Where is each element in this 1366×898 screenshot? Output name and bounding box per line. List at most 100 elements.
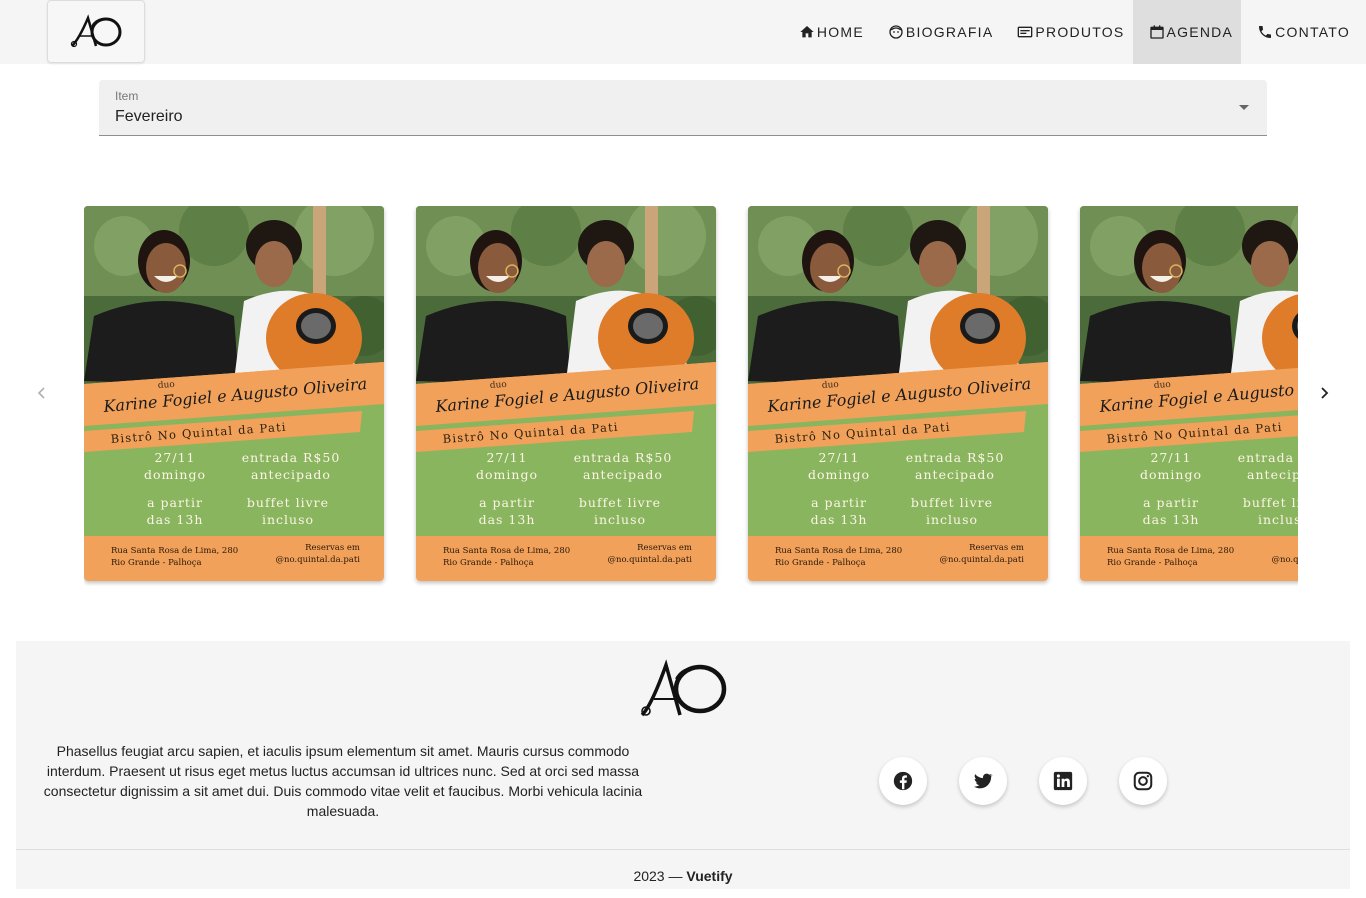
poster-reserve-handle: @no.quintal.da.pati xyxy=(1271,555,1298,565)
poster-time: das 13h xyxy=(811,512,868,527)
nav-biografia[interactable]: BIOGRAFIA xyxy=(872,0,1001,64)
copyright-brand: Vuetify xyxy=(686,868,733,884)
poster-time-label: a partir xyxy=(1143,495,1199,510)
poster-reserve-handle: @no.quintal.da.pati xyxy=(939,555,1024,565)
linkedin-icon xyxy=(1053,771,1073,791)
poster-duo: duo xyxy=(490,380,508,391)
app-bar: HOME BIOGRAFIA PRODUTOS AGENDA CONTATO xyxy=(0,0,1366,64)
event-poster: duo Karine Fogiel e Augusto Oliveira Bis… xyxy=(748,206,1048,581)
poster-address-line2: Rio Grande - Palhoça xyxy=(443,558,534,568)
poster-buffet-note: incluso xyxy=(1258,512,1298,527)
poster-buffet-note: incluso xyxy=(594,512,646,527)
copyright: 2023 — Vuetify xyxy=(16,868,1350,884)
twitter-icon xyxy=(974,773,994,789)
facebook-icon xyxy=(893,771,913,791)
poster-time: das 13h xyxy=(479,512,536,527)
poster-reserve-label: Reservas em xyxy=(637,543,692,553)
footer: Phasellus feugiat arcu sapien, et iaculi… xyxy=(16,641,1350,889)
twitter-button[interactable] xyxy=(959,757,1007,805)
poster-price: entrada R$50 xyxy=(906,450,1005,465)
month-select[interactable]: Item Fevereiro xyxy=(99,80,1267,136)
poster-address-line2: Rio Grande - Palhoça xyxy=(1107,558,1198,568)
poster-duo: duo xyxy=(1154,380,1172,391)
carousel-next-button[interactable] xyxy=(1314,383,1334,403)
face-icon xyxy=(888,24,904,40)
poster-buffet: buffet livre xyxy=(247,495,329,510)
footer-description: Phasellus feugiat arcu sapien, et iaculi… xyxy=(43,743,643,819)
logo-button[interactable] xyxy=(47,0,145,63)
event-poster-card-2[interactable]: duo Karine Fogiel e Augusto Oliveira Bis… xyxy=(416,206,716,581)
chevron-left-icon xyxy=(37,387,45,399)
poster-time-label: a partir xyxy=(811,495,867,510)
carousel-prev-button[interactable] xyxy=(32,383,52,403)
poster-buffet: buffet livre xyxy=(1243,495,1298,510)
phone-icon xyxy=(1257,24,1273,40)
poster-day: domingo xyxy=(808,467,870,482)
month-select-value: Fevereiro xyxy=(115,108,183,125)
poster-reserve-handle: @no.quintal.da.pati xyxy=(275,555,360,565)
event-poster-card-3[interactable]: duo Karine Fogiel e Augusto Oliveira Bis… xyxy=(748,206,1048,581)
copyright-separator: — xyxy=(668,868,683,884)
poster-time-label: a partir xyxy=(147,495,203,510)
chevron-down-icon[interactable] xyxy=(1239,105,1249,110)
poster-duo: duo xyxy=(822,380,840,391)
poster-address-line1: Rua Santa Rosa de Lima, 280 xyxy=(775,546,902,556)
nav-home[interactable]: HOME xyxy=(783,0,872,64)
poster-price: entrada R$50 xyxy=(574,450,673,465)
poster-buffet-note: incluso xyxy=(926,512,978,527)
event-poster: duo Karine Fogiel e Augusto Oliveira Bis… xyxy=(416,206,716,581)
nav-home-label: HOME xyxy=(816,24,864,40)
poster-day: domingo xyxy=(144,467,206,482)
ao-monogram-logo xyxy=(640,659,727,717)
poster-price-note: antecipado xyxy=(251,467,331,482)
poster-buffet: buffet livre xyxy=(911,495,993,510)
main-nav: HOME BIOGRAFIA PRODUTOS AGENDA CONTATO xyxy=(783,0,1366,64)
event-carousel: duo Karine Fogiel e Augusto Oliveira Bis… xyxy=(84,206,1298,586)
poster-reserve-handle: @no.quintal.da.pati xyxy=(607,555,692,565)
poster-buffet: buffet livre xyxy=(579,495,661,510)
poster-day: domingo xyxy=(1140,467,1202,482)
linkedin-button[interactable] xyxy=(1039,757,1087,805)
poster-price-note: antecipado xyxy=(583,467,663,482)
nav-contato[interactable]: CONTATO xyxy=(1241,0,1366,64)
poster-duo: duo xyxy=(158,380,176,391)
nav-biografia-label: BIOGRAFIA xyxy=(905,24,994,40)
event-poster: duo Karine Fogiel e Augusto Oliveira Bis… xyxy=(84,206,384,581)
poster-address-line2: Rio Grande - Palhoça xyxy=(111,558,202,568)
poster-address-line1: Rua Santa Rosa de Lima, 280 xyxy=(443,546,570,556)
poster-address-line2: Rio Grande - Palhoça xyxy=(775,558,866,568)
event-poster-card-4[interactable]: duo Karine Fogiel e Augusto Oliveira Bis… xyxy=(1080,206,1298,581)
nav-agenda[interactable]: AGENDA xyxy=(1132,0,1242,64)
poster-price-note: antecipado xyxy=(915,467,995,482)
instagram-icon xyxy=(1133,771,1153,791)
poster-time-label: a partir xyxy=(479,495,535,510)
poster-buffet-note: incluso xyxy=(262,512,314,527)
poster-time: das 13h xyxy=(1143,512,1200,527)
event-poster: duo Karine Fogiel e Augusto Oliveira Bis… xyxy=(1080,206,1298,581)
instagram-button[interactable] xyxy=(1119,757,1167,805)
nav-contato-label: CONTATO xyxy=(1275,24,1350,40)
facebook-button[interactable] xyxy=(879,757,927,805)
nav-produtos[interactable]: PRODUTOS xyxy=(1001,0,1132,64)
poster-reserve-label: Reservas em xyxy=(305,543,360,553)
chevron-right-icon xyxy=(1321,387,1329,399)
poster-reserve-label: Reservas em xyxy=(969,543,1024,553)
poster-date: 27/11 xyxy=(818,450,859,465)
poster-date: 27/11 xyxy=(154,450,195,465)
copyright-year: 2023 xyxy=(633,868,665,884)
poster-price: entrada R$50 xyxy=(242,450,341,465)
calendar-icon xyxy=(1149,24,1165,40)
poster-date: 27/11 xyxy=(486,450,527,465)
poster-time: das 13h xyxy=(147,512,204,527)
event-poster-card-1[interactable]: duo Karine Fogiel e Augusto Oliveira Bis… xyxy=(84,206,384,581)
home-icon xyxy=(799,24,815,40)
poster-price-note: antecipado xyxy=(1247,467,1298,482)
nav-produtos-label: PRODUTOS xyxy=(1035,24,1125,40)
ao-monogram-logo xyxy=(70,13,122,47)
nav-agenda-label: AGENDA xyxy=(1166,24,1234,40)
poster-address-line1: Rua Santa Rosa de Lima, 280 xyxy=(1107,546,1234,556)
footer-divider xyxy=(16,849,1350,850)
poster-date: 27/11 xyxy=(1150,450,1191,465)
poster-address-line1: Rua Santa Rosa de Lima, 280 xyxy=(111,546,238,556)
month-select-label: Item xyxy=(115,89,139,103)
